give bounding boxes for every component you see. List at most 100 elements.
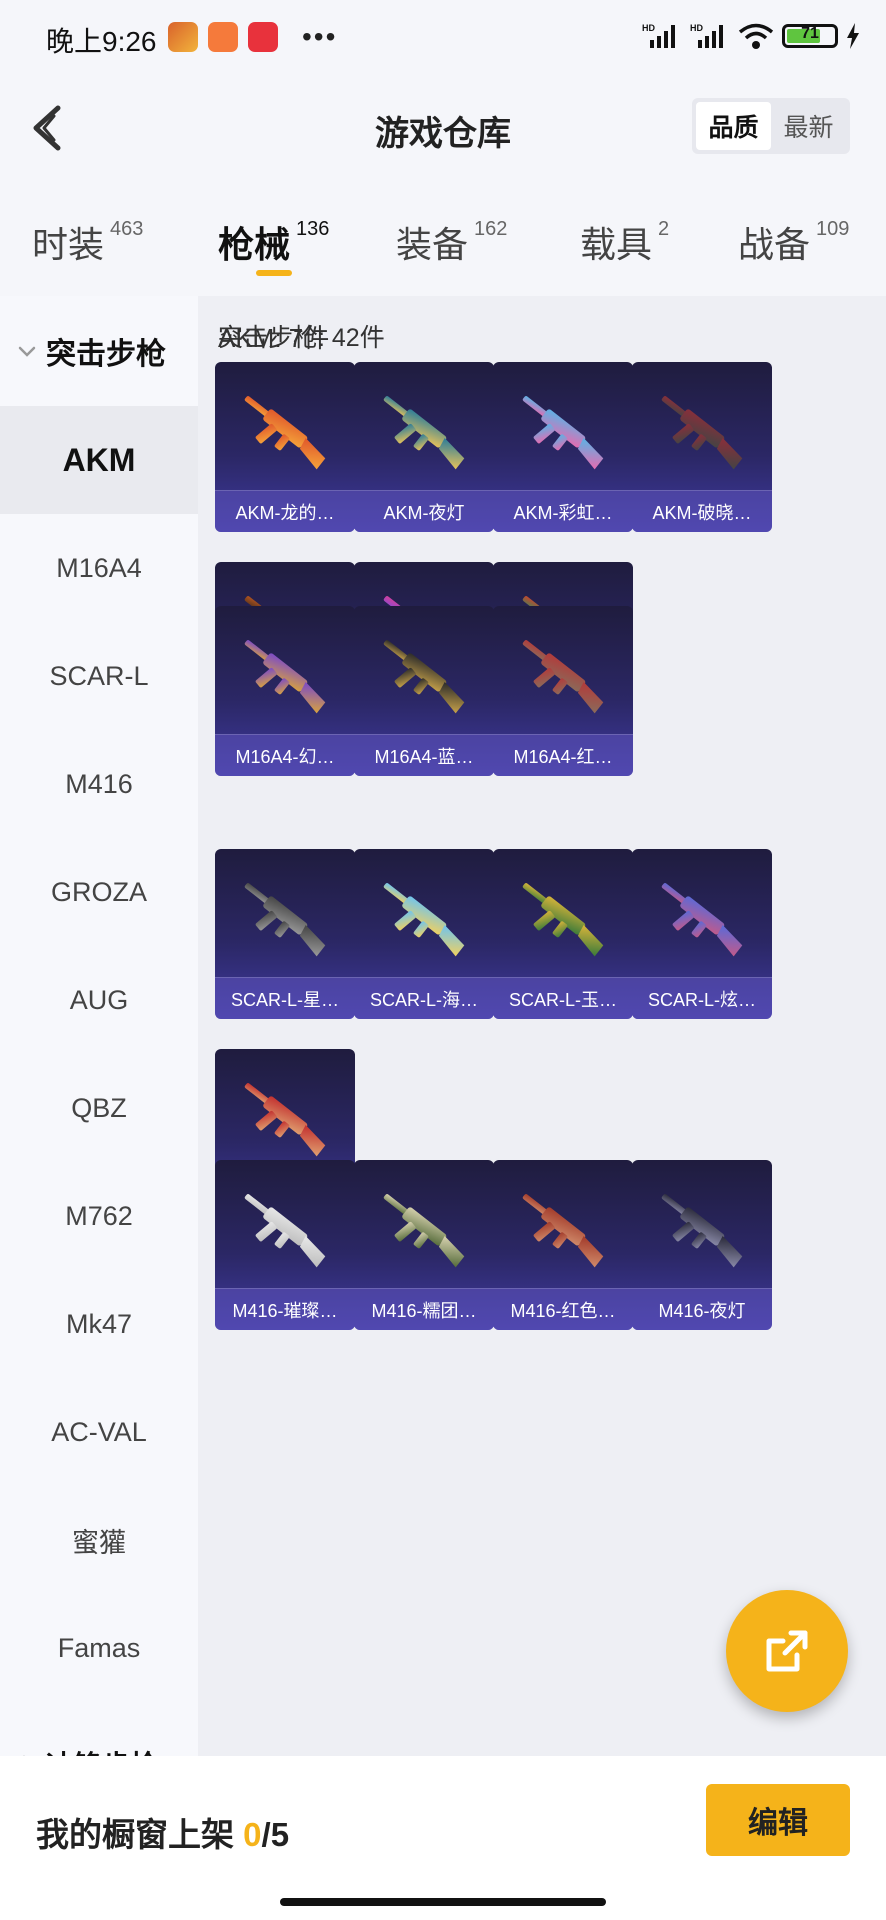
rifle-icon bbox=[244, 1083, 326, 1157]
weapon-skin-card[interactable]: SCAR-L-炫… bbox=[632, 849, 772, 1019]
showcase-bar: 我的橱窗上架 0/5 编辑 bbox=[0, 1756, 886, 1920]
app-header: 游戏仓库 品质 最新 bbox=[0, 78, 886, 178]
weapon-skin-card[interactable]: M16A4-红… bbox=[493, 606, 633, 776]
rifle-icon bbox=[244, 1194, 326, 1268]
tab-count: 162 bbox=[474, 218, 508, 240]
tab-equipment[interactable]: 装备 162 bbox=[396, 216, 507, 268]
rifle-icon bbox=[661, 883, 743, 957]
sort-toggle: 品质 最新 bbox=[692, 98, 850, 154]
sidebar-item-groza[interactable]: GROZA bbox=[0, 838, 198, 946]
battery-icon: 71 bbox=[782, 24, 838, 48]
weapon-skin-name: M16A4-红… bbox=[493, 734, 633, 776]
weapon-skin-card[interactable]: AKM-夜灯 bbox=[354, 362, 494, 532]
more-notifications-icon: ••• bbox=[302, 21, 338, 52]
sort-by-quality-button[interactable]: 品质 bbox=[696, 102, 771, 150]
weapon-skin-name: M16A4-蓝… bbox=[354, 734, 494, 776]
sidebar-item-mk47[interactable]: Mk47 bbox=[0, 1270, 198, 1378]
category-tabs: 时装 463 枪械 136 装备 162 载具 2 战备 109 bbox=[0, 178, 886, 296]
tab-label: 枪械 bbox=[218, 224, 291, 265]
sidebar-item-ac-val[interactable]: AC-VAL bbox=[0, 1378, 198, 1486]
sidebar-item-m416[interactable]: M416 bbox=[0, 730, 198, 838]
weapon-skin-card[interactable]: M416-璀璨… bbox=[215, 1160, 355, 1330]
tab-count: 463 bbox=[110, 218, 144, 240]
rifle-icon bbox=[244, 883, 326, 957]
sidebar-item-famas[interactable]: Famas bbox=[0, 1594, 198, 1702]
weapon-skin-card[interactable]: SCAR-L-海… bbox=[354, 849, 494, 1019]
sidebar-item-honey-badger[interactable]: 蜜獾 bbox=[0, 1486, 198, 1594]
weapon-skin-card[interactable]: M16A4-蓝… bbox=[354, 606, 494, 776]
sort-by-newest-button[interactable]: 最新 bbox=[771, 102, 846, 150]
chevron-down-icon bbox=[18, 346, 36, 357]
weapon-skin-card[interactable]: M416-夜灯 bbox=[632, 1160, 772, 1330]
rifle-icon bbox=[522, 396, 604, 470]
showcase-label: 我的橱窗上架 bbox=[36, 1816, 234, 1853]
weapon-skin-name: M416-璀璨… bbox=[215, 1288, 355, 1330]
weapon-sidebar: 突击步枪 AKM M16A4 SCAR-L M416 GROZA AUG QBZ M762 Mk… bbox=[0, 296, 198, 1756]
sidebar-item-qbz[interactable]: QBZ bbox=[0, 1054, 198, 1162]
tab-supplies[interactable]: 战备 109 bbox=[738, 216, 849, 268]
tab-fashion[interactable]: 时装 463 bbox=[32, 216, 143, 268]
sidebar-item-akm[interactable]: AKM bbox=[0, 406, 198, 514]
sidebar-group-label: 突击步枪 bbox=[46, 338, 166, 371]
sidebar-list: AKM M16A4 SCAR-L M416 GROZA AUG QBZ M762 Mk47 AC-… bbox=[0, 406, 198, 1702]
charging-icon bbox=[847, 23, 859, 49]
rifle-icon bbox=[522, 1194, 604, 1268]
tab-label: 装备 bbox=[396, 224, 469, 265]
weapon-skin-name: M416-夜灯 bbox=[632, 1288, 772, 1330]
rifle-icon bbox=[661, 396, 743, 470]
weapon-skin-card[interactable]: M16A4-幻… bbox=[215, 606, 355, 776]
weapon-skin-name: SCAR-L-海… bbox=[354, 977, 494, 1019]
wifi-icon bbox=[738, 23, 774, 49]
weapon-skin-name: SCAR-L-炫… bbox=[632, 977, 772, 1019]
weapon-skin-card[interactable]: AKM-破晓… bbox=[632, 362, 772, 532]
showcase-max-count: /5 bbox=[261, 1816, 290, 1853]
weapon-skin-name: SCAR-L-星… bbox=[215, 977, 355, 1019]
rifle-icon bbox=[522, 883, 604, 957]
tab-vehicles[interactable]: 载具 2 bbox=[580, 216, 669, 268]
item-grid-panel: 突击步枪: 42件 AKM: 7件 AKM-龙的… AKM-夜灯 AKM-彩虹… AKM… bbox=[198, 296, 886, 1756]
signal-hd-icon: HD bbox=[642, 23, 675, 48]
system-indicators: HD HD 71 bbox=[642, 22, 860, 50]
shopping-app-icon bbox=[208, 22, 238, 52]
weapon-skin-card[interactable]: SCAR-L-星… bbox=[215, 849, 355, 1019]
weapon-skin-name: M416-红色… bbox=[493, 1288, 633, 1330]
sidebar-group-label: 冲锋步枪 bbox=[46, 1744, 158, 1756]
sidebar-item-scar-l[interactable]: SCAR-L bbox=[0, 622, 198, 730]
status-bar: 晚上9:26 ••• HD HD 71 bbox=[0, 0, 886, 78]
weapon-skin-card[interactable]: AKM-彩虹… bbox=[493, 362, 633, 532]
battery-level: 71 bbox=[801, 25, 819, 42]
edit-button[interactable]: 编辑 bbox=[706, 1784, 850, 1856]
weapon-skin-name: M16A4-幻… bbox=[215, 734, 355, 776]
active-tab-indicator bbox=[256, 270, 292, 276]
sidebar-item-aug[interactable]: AUG bbox=[0, 946, 198, 1054]
home-indicator[interactable] bbox=[280, 1898, 606, 1906]
sidebar-item-m16a4[interactable]: M16A4 bbox=[0, 514, 198, 622]
weapon-skin-name: AKM-彩虹… bbox=[493, 490, 633, 532]
rifle-icon bbox=[244, 396, 326, 470]
weapon-skin-card[interactable]: AKM-龙的… bbox=[215, 362, 355, 532]
weapon-skin-name: AKM-龙的… bbox=[215, 490, 355, 532]
sidebar-group-next[interactable]: 冲锋步枪 bbox=[0, 1734, 158, 1756]
rifle-icon bbox=[383, 883, 465, 957]
weapon-skin-name: AKM-夜灯 bbox=[354, 490, 494, 532]
sidebar-item-m762[interactable]: M762 bbox=[0, 1162, 198, 1270]
rifle-icon bbox=[661, 1194, 743, 1268]
rifle-icon bbox=[383, 396, 465, 470]
showcase-current-count: 0 bbox=[243, 1816, 262, 1853]
tab-label: 时装 bbox=[32, 224, 105, 265]
share-icon bbox=[766, 1630, 808, 1672]
weapon-skin-card[interactable]: M416-红色… bbox=[493, 1160, 633, 1330]
weapon-skin-card[interactable]: M416-糯团… bbox=[354, 1160, 494, 1330]
section-label: AKM: 7件 bbox=[218, 323, 330, 353]
tab-guns[interactable]: 枪械 136 bbox=[218, 216, 329, 268]
weapon-skin-name: M416-糯团… bbox=[354, 1288, 494, 1330]
sidebar-group-assault-rifles[interactable]: 突击步枪 bbox=[0, 296, 198, 406]
weapon-skin-card[interactable]: SCAR-L-玉… bbox=[493, 849, 633, 1019]
game-app-icon bbox=[168, 22, 198, 52]
svg-text:HD: HD bbox=[690, 23, 703, 33]
rifle-icon bbox=[522, 640, 604, 714]
showcase-status: 我的橱窗上架 0/5 bbox=[36, 1808, 289, 1856]
share-fab[interactable] bbox=[726, 1590, 848, 1712]
rifle-icon bbox=[383, 1194, 465, 1268]
rifle-icon bbox=[383, 640, 465, 714]
